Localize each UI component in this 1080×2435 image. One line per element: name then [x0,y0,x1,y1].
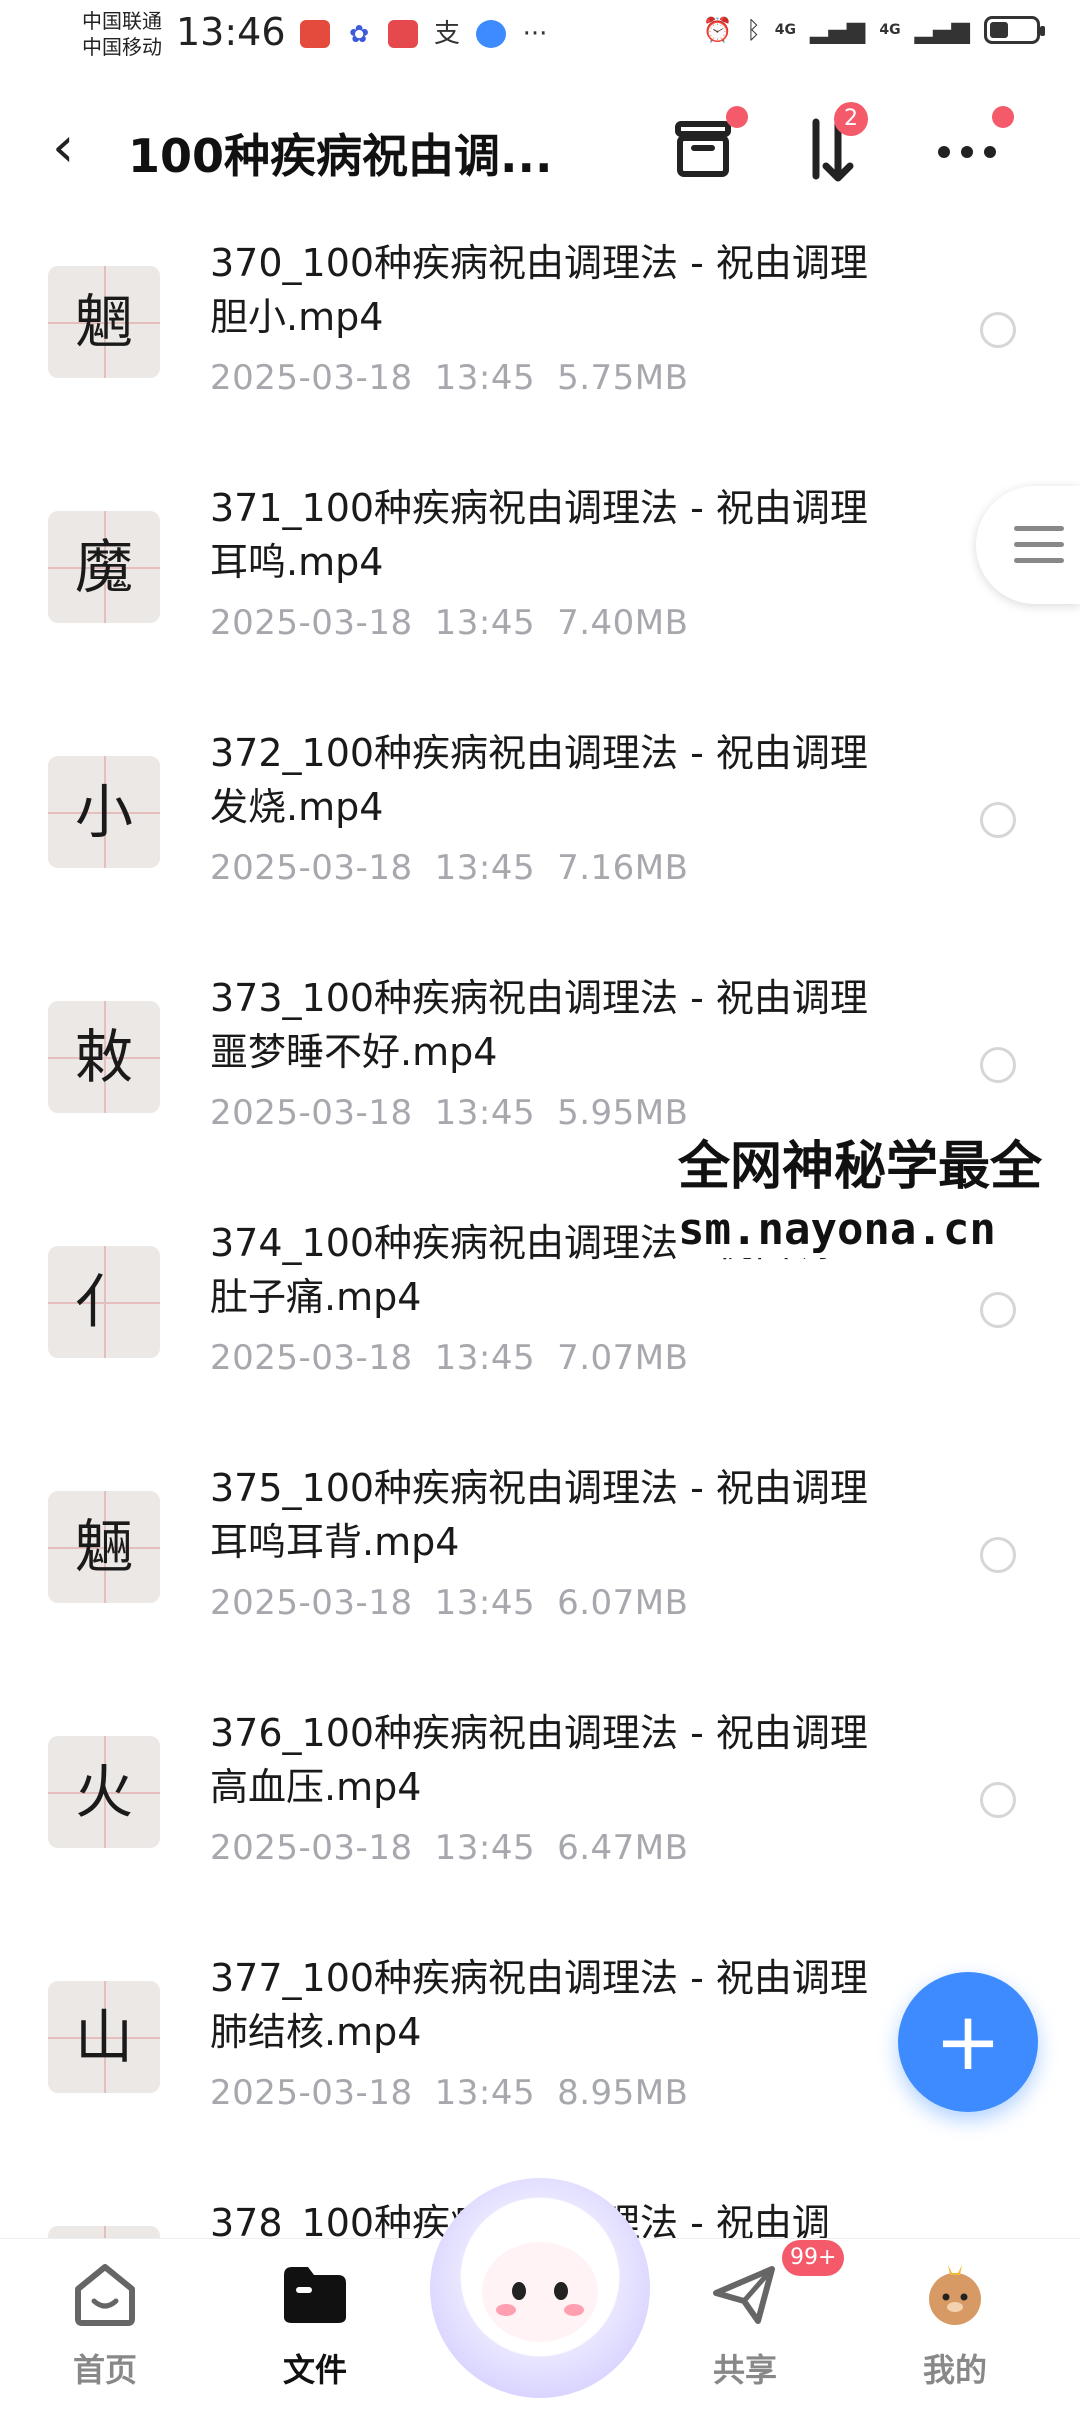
signal-icon-2: ▂▄▆ [914,16,970,44]
battery-icon [984,16,1045,44]
file-meta: 2025-03-18 13:45 6.47MB [210,1828,689,1868]
book-app-icon [388,20,418,48]
select-radio[interactable] [980,312,1016,348]
tab-files[interactable]: 文件 [240,2239,390,2401]
share-badge: 99+ [782,2240,845,2276]
watermark-line-2: sm.nayona.cn [678,1204,996,1255]
home-icon [75,2264,135,2326]
select-dot [726,106,748,128]
file-list-item[interactable]: 小 372_100种疾病祝由调理法 - 祝由调理发烧.mp4 2025-03-1… [0,720,1080,965]
alipay-icon: 支 [433,19,460,49]
more-notifications-icon: ··· [522,19,548,49]
video-thumbnail: 敕 [48,1001,160,1113]
bluetooth-icon: ᛒ [746,16,761,44]
tab-mine-label: 我的 [922,2351,987,2389]
back-button[interactable]: ‹ [52,118,74,178]
status-right: ⏰ ᛒ 4G ▂▄▆ 4G ▂▄▆ [702,16,1045,44]
video-thumbnail: 小 [48,756,160,868]
file-list-item[interactable]: 魔 371_100种疾病祝由调理法 - 祝由调理耳鸣.mp4 2025-03-1… [0,475,1080,720]
avatar-icon [929,2265,981,2325]
select-radio[interactable] [980,1537,1016,1573]
file-name: 370_100种疾病祝由调理法 - 祝由调理胆小.mp4 [210,241,868,339]
send-plane-icon [713,2266,775,2324]
tab-home-label: 首页 [72,2351,137,2389]
network-label-1: 4G [774,22,797,38]
folder-icon [284,2267,346,2323]
select-box-button[interactable] [666,106,748,186]
watermark-line-1: 全网神秘学最全 [678,1137,1043,1197]
mascot-face [482,2242,598,2342]
carrier-2: 中国移动 [82,35,162,59]
file-list-item[interactable]: 魍 370_100种疾病祝由调理法 - 祝由调理胆小.mp4 2025-03-1… [0,230,1080,475]
tab-mine[interactable]: 我的 [880,2239,1030,2401]
plus-icon: + [934,1995,1002,2088]
menu-lines-icon [1014,526,1064,574]
file-name: 377_100种疾病祝由调理法 - 祝由调理肺结核.mp4 [210,1956,868,2054]
browser-icon [476,20,506,48]
network-label-2: 4G [879,22,901,38]
tab-share-label: 共享 [712,2351,777,2389]
select-radio[interactable] [980,1782,1016,1818]
more-button[interactable] [930,106,1014,186]
file-meta: 2025-03-18 13:45 5.95MB [210,1093,689,1133]
file-name: 371_100种疾病祝由调理法 - 祝由调理耳鸣.mp4 [210,486,868,584]
baidu-paw-icon: ✿ [348,20,370,48]
assistant-mascot-button[interactable] [430,2178,650,2398]
file-name: 373_100种疾病祝由调理法 - 祝由调理噩梦睡不好.mp4 [210,976,868,1074]
video-thumbnail: 亻 [48,1246,160,1358]
watermark: 全网神秘学最全 sm.nayona.cn [676,1132,1080,1258]
tab-home[interactable]: 首页 [30,2239,180,2401]
file-name: 376_100种疾病祝由调理法 - 祝由调理高血压.mp4 [210,1711,868,1809]
notification-icons: ✿ 支 ··· [300,20,550,48]
file-list-item[interactable]: 魎 375_100种疾病祝由调理法 - 祝由调理耳鸣耳背.mp4 2025-03… [0,1455,1080,1700]
carrier-labels: 中国联通 中国移动 [82,8,162,60]
select-radio[interactable] [980,802,1016,838]
file-meta: 2025-03-18 13:45 6.07MB [210,1583,689,1623]
video-thumbnail: 火 [48,1736,160,1848]
select-radio[interactable] [980,1047,1016,1083]
status-bar: 中国联通 中国移动 13:46 ✿ 支 ··· ⏰ ᛒ 4G ▂▄▆ 4G ▂▄… [0,0,1080,72]
file-name: 372_100种疾病祝由调理法 - 祝由调理发烧.mp4 [210,731,868,829]
select-radio[interactable] [980,1292,1016,1328]
file-meta: 2025-03-18 13:45 7.40MB [210,603,689,643]
more-dot [992,106,1014,128]
video-thumbnail: 魍 [48,266,160,378]
battery-fill [990,22,1008,38]
page-title: 100种疾病祝由调... [128,129,553,183]
top-bar: ‹ 100种疾病祝由调... 2 [0,100,1080,200]
file-meta: 2025-03-18 13:45 7.16MB [210,848,689,888]
file-name: 375_100种疾病祝由调理法 - 祝由调理耳鸣耳背.mp4 [210,1466,868,1564]
file-meta: 2025-03-18 13:45 8.95MB [210,2073,689,2113]
add-button[interactable]: + [898,1972,1038,2112]
sort-badge: 2 [834,102,868,136]
alarm-icon: ⏰ [702,16,733,44]
huawei-app-icon [300,20,330,48]
video-thumbnail: 魎 [48,1491,160,1603]
file-list-item[interactable]: 火 376_100种疾病祝由调理法 - 祝由调理高血压.mp4 2025-03-… [0,1700,1080,1945]
tab-files-label: 文件 [282,2351,347,2389]
file-meta: 2025-03-18 13:45 7.07MB [210,1338,689,1378]
status-time: 13:46 [176,10,286,54]
carrier-1: 中国联通 [82,9,162,33]
file-meta: 2025-03-18 13:45 5.75MB [210,358,689,398]
sort-button[interactable]: 2 [790,102,868,186]
video-thumbnail: 山 [48,1981,160,2093]
signal-icon-1: ▂▄▆ [810,16,866,44]
video-thumbnail: 魔 [48,511,160,623]
